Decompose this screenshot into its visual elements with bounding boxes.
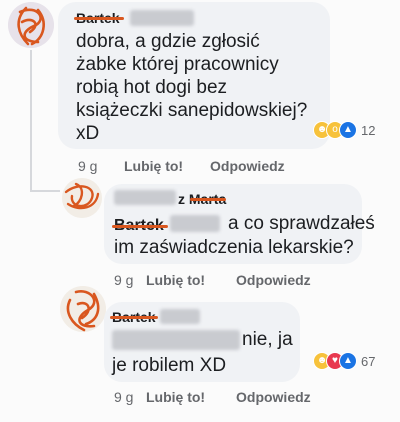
comment-text-line: xD <box>76 123 100 144</box>
comment-text-line: je robilem XD <box>112 355 227 376</box>
redacted-name <box>114 190 176 205</box>
reaction-summary[interactable]: ☻ ♥ ▲ 67 <box>313 351 375 371</box>
redacted-name <box>130 10 194 26</box>
reply-link[interactable]: Odpowiedz <box>210 158 285 174</box>
comment-bubble: Bartek dobra, a gdzie zgłosić żabke któr… <box>58 2 330 149</box>
like-icon: ▲ <box>339 121 357 139</box>
reaction-count: 12 <box>361 122 376 138</box>
name-scribble <box>190 198 226 201</box>
avatar[interactable] <box>60 286 106 332</box>
name-scribble <box>110 316 158 319</box>
scribbled-avatar-icon <box>62 178 102 218</box>
timestamp[interactable]: 9 g <box>114 272 146 288</box>
redacted-name <box>170 215 220 232</box>
reply-link[interactable]: Odpowiedz <box>236 389 311 405</box>
redacted-tag <box>112 330 240 350</box>
comment-text-line: książeczki sanepidowskiej? <box>76 100 308 121</box>
comment-text-line: robią hot dogi bez <box>76 77 228 98</box>
like-link[interactable]: Lubię to! <box>146 272 236 288</box>
reaction-count: 67 <box>361 353 376 369</box>
timestamp[interactable]: 9 g <box>114 389 146 405</box>
comment-actions: 9 g Lubię to! Odpowiedz <box>114 389 311 405</box>
reply-link[interactable]: Odpowiedz <box>236 272 311 288</box>
like-link[interactable]: Lubię to! <box>124 158 210 174</box>
avatar[interactable] <box>8 2 54 48</box>
thread-connector <box>30 50 32 190</box>
comment-text-line: im zaświadczenia lekarskie? <box>114 237 354 258</box>
comment-bubble: z Marta Bartek a co sprawdzałeś im zaświ… <box>104 184 375 264</box>
name-scribble <box>74 17 124 20</box>
like-link[interactable]: Lubię to! <box>146 389 236 405</box>
comment-text-line: dobra, a gdzie zgłosić <box>76 31 260 52</box>
comment-text-line: a co sprawdzałeś <box>228 213 375 234</box>
avatar[interactable] <box>62 178 102 218</box>
name-scribble <box>112 225 168 228</box>
redacted-name <box>160 309 200 324</box>
like-icon: ▲ <box>339 352 357 370</box>
scribbled-avatar-icon <box>60 286 106 332</box>
timestamp[interactable]: 9 g <box>78 158 124 174</box>
thread-connector <box>30 190 60 192</box>
reaction-summary[interactable]: ☻ o ▲ 12 <box>313 120 375 140</box>
comment-bubble: Bartek nie, ja je robilem XD <box>104 302 300 382</box>
comment-text-line: nie, ja <box>242 329 293 350</box>
comment-actions: 9 g Lubię to! Odpowiedz <box>78 158 285 174</box>
scribbled-avatar-icon <box>8 2 54 48</box>
comment-actions: 9 g Lubię to! Odpowiedz <box>114 272 311 288</box>
comment-text-line: żabke której pracownicy <box>76 54 279 75</box>
